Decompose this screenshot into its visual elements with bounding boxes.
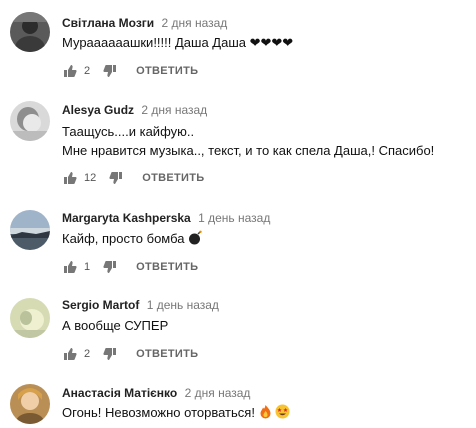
reply-button[interactable]: ОТВЕТИТЬ bbox=[142, 172, 204, 184]
comment-time[interactable]: 1 день назад bbox=[147, 298, 219, 312]
author-name[interactable]: Alesya Gudz bbox=[62, 103, 134, 117]
like-count: 2 bbox=[84, 348, 91, 360]
avatar[interactable] bbox=[10, 12, 50, 52]
author-name[interactable]: Margaryta Kashperska bbox=[62, 211, 191, 225]
dislike-button[interactable] bbox=[108, 170, 124, 186]
fire-icon bbox=[259, 404, 272, 423]
comment-line: Огонь! Невозможно оторваться! bbox=[62, 405, 255, 420]
comment-header: Sergio Martof 1 день назад bbox=[62, 298, 219, 312]
like-count: 1 bbox=[84, 261, 91, 273]
bomb-icon bbox=[188, 230, 203, 249]
thumbs-up-icon bbox=[64, 261, 77, 273]
thumbs-up-icon bbox=[64, 172, 77, 184]
thumbs-down-icon bbox=[103, 261, 117, 273]
dislike-button[interactable] bbox=[102, 346, 118, 362]
like-button[interactable] bbox=[62, 63, 78, 79]
author-name[interactable]: Анастасія Матієнко bbox=[62, 386, 177, 400]
comment-text: Таащусь....и кайфую.. Мне нравится музык… bbox=[62, 123, 434, 159]
comment-line: А вообще СУПЕР bbox=[62, 318, 169, 333]
comment-line: Кайф, просто бомба bbox=[62, 231, 185, 246]
reply-button[interactable]: ОТВЕТИТЬ bbox=[136, 348, 198, 360]
like-button[interactable] bbox=[62, 259, 78, 275]
reply-button[interactable]: ОТВЕТИТЬ bbox=[136, 261, 198, 273]
comment-actions: 2 ОТВЕТИТЬ bbox=[62, 345, 198, 363]
like-count: 2 bbox=[84, 65, 91, 77]
dislike-button[interactable] bbox=[102, 259, 118, 275]
avatar[interactable] bbox=[10, 298, 50, 338]
comment-time[interactable]: 2 дня назад bbox=[162, 16, 228, 30]
thumbs-up-icon bbox=[64, 65, 77, 77]
avatar[interactable] bbox=[10, 101, 50, 141]
author-name[interactable]: Світлана Мозги bbox=[62, 16, 154, 30]
thumbs-down-icon bbox=[109, 172, 123, 184]
comment-line: Таащусь....и кайфую.. bbox=[62, 124, 195, 139]
comment-line: Мураааааашки!!!!! Даша Даша ❤❤❤❤ bbox=[62, 35, 294, 50]
like-button[interactable] bbox=[62, 170, 78, 186]
comment-time[interactable]: 2 дня назад bbox=[141, 103, 207, 117]
comment-header: Alesya Gudz 2 дня назад bbox=[62, 103, 207, 117]
comment-text: Огонь! Невозможно оторваться! bbox=[62, 404, 290, 423]
star-struck-emoji-icon bbox=[275, 404, 290, 423]
comment-actions: 2 ОТВЕТИТЬ bbox=[62, 62, 198, 80]
comment-header: Анастасія Матієнко 2 дня назад bbox=[62, 386, 250, 400]
comment-actions: 12 ОТВЕТИТЬ bbox=[62, 169, 204, 187]
comment-line: Мне нравится музыка.., текст, и то как с… bbox=[62, 143, 435, 158]
reply-button[interactable]: ОТВЕТИТЬ bbox=[136, 65, 198, 77]
thumbs-down-icon bbox=[103, 348, 117, 360]
like-button[interactable] bbox=[62, 346, 78, 362]
comment-actions: 1 ОТВЕТИТЬ bbox=[62, 258, 198, 276]
comment-header: Світлана Мозги 2 дня назад bbox=[62, 16, 227, 30]
comment-time[interactable]: 2 дня назад bbox=[185, 386, 251, 400]
like-count: 12 bbox=[84, 172, 97, 184]
dislike-button[interactable] bbox=[102, 63, 118, 79]
comment-text: Кайф, просто бомба bbox=[62, 230, 203, 249]
thumbs-up-icon bbox=[64, 348, 77, 360]
comment-time[interactable]: 1 день назад bbox=[198, 211, 270, 225]
comment-text: Мураааааашки!!!!! Даша Даша ❤❤❤❤ bbox=[62, 34, 293, 51]
thumbs-down-icon bbox=[103, 65, 117, 77]
comment-text: А вообще СУПЕР bbox=[62, 317, 168, 334]
comment-header: Margaryta Kashperska 1 день назад bbox=[62, 211, 270, 225]
avatar[interactable] bbox=[10, 210, 50, 250]
avatar[interactable] bbox=[10, 384, 50, 424]
author-name[interactable]: Sergio Martof bbox=[62, 298, 139, 312]
